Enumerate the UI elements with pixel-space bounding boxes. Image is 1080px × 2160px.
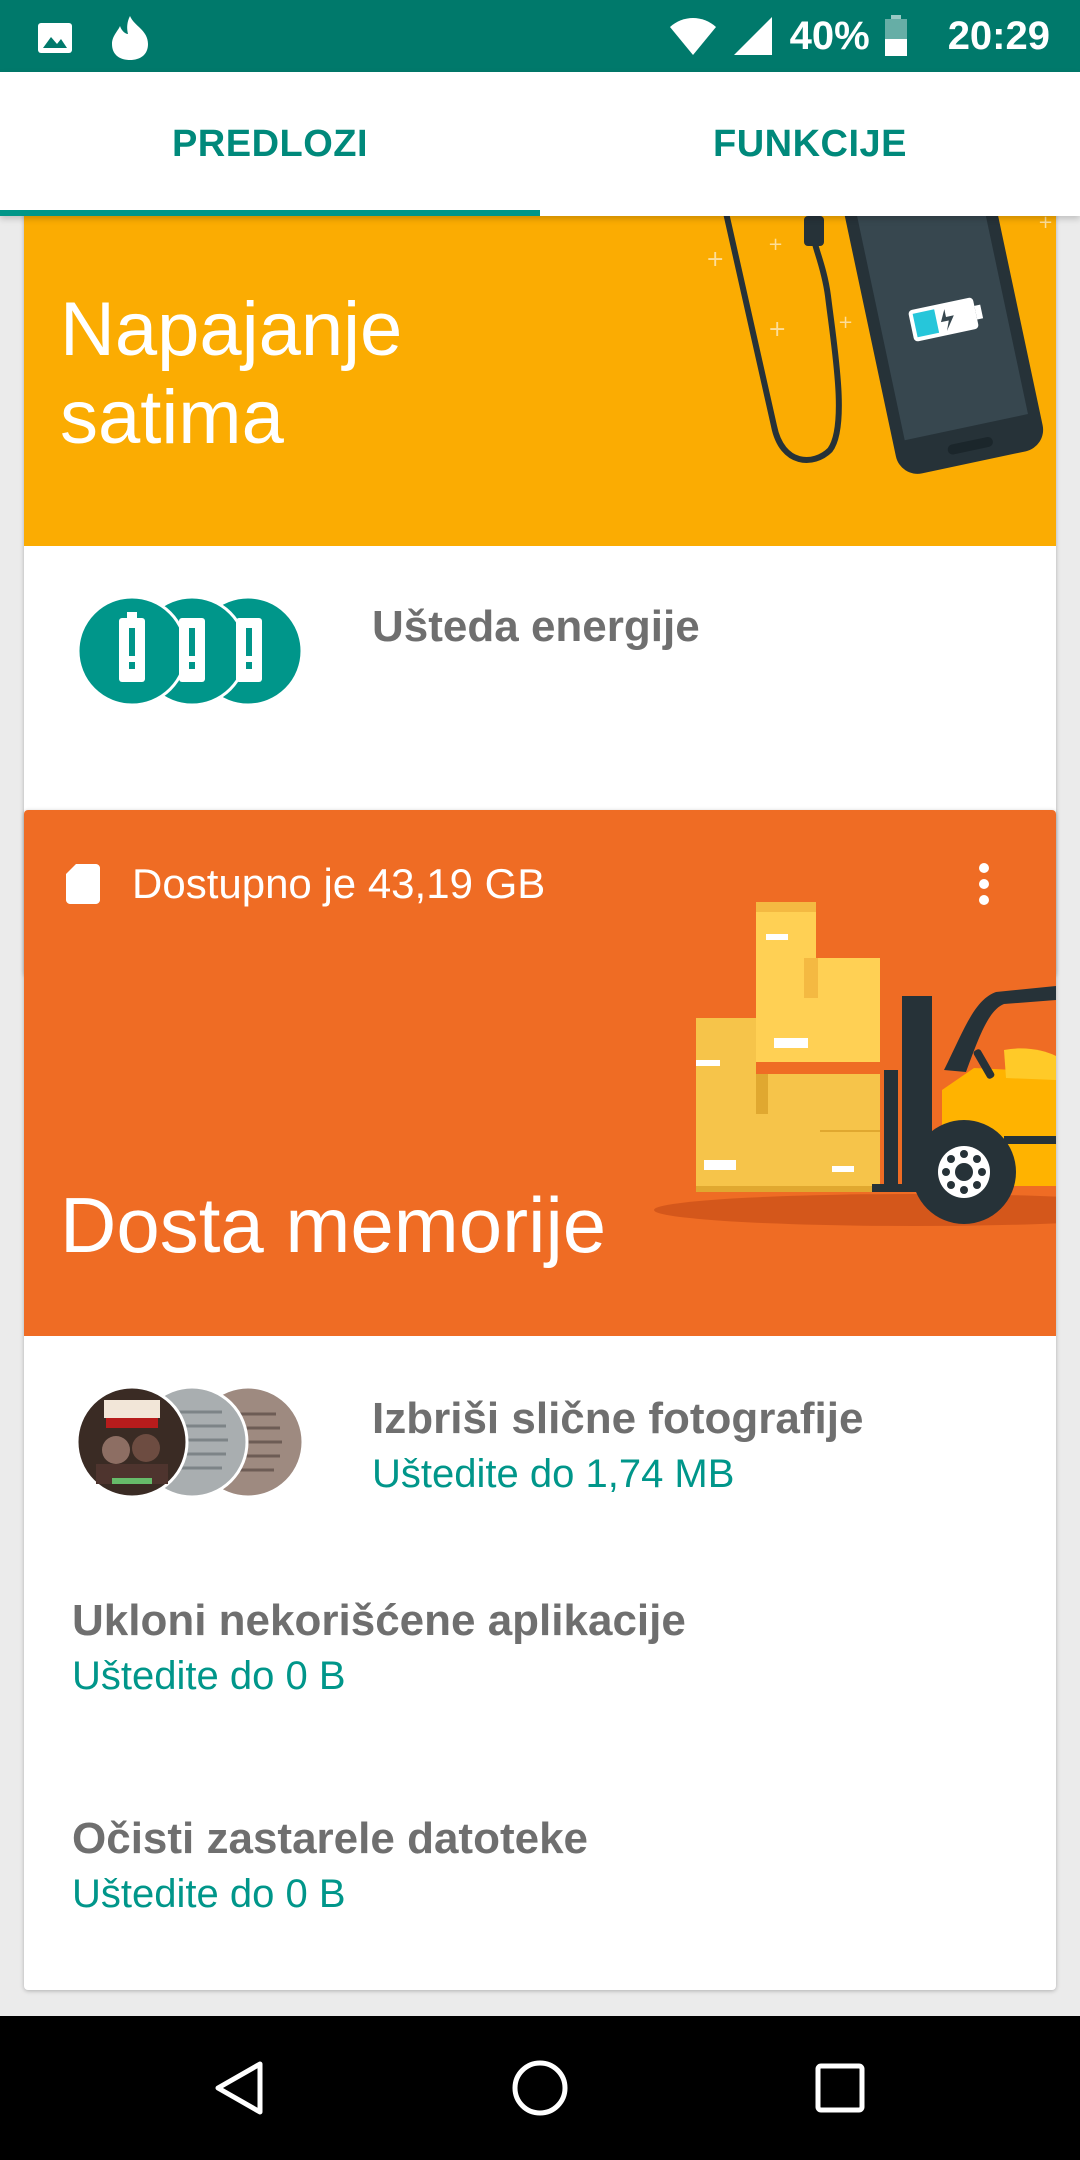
phone-charging-illustration: + + + + + [706, 216, 1053, 474]
battery-title-line2: satima [60, 375, 284, 460]
image-notification-icon [38, 23, 72, 53]
fire-notification-icon [112, 16, 148, 60]
similar-photos-thumbnails [76, 1386, 305, 1498]
storage-available-text: Dostupno je 43,19 GB [132, 860, 546, 907]
clear-old-files-row[interactable]: Očisti zastarele datoteke Uštedite do 0 … [24, 1762, 1056, 1990]
tab-selected-indicator [0, 210, 540, 216]
back-button[interactable] [210, 2058, 270, 2118]
clear-old-files-title: Očisti zastarele datoteke [72, 1814, 589, 1863]
delete-similar-photos-row[interactable]: Izbriši slične fotografije Uštedite do 1… [24, 1336, 1056, 1544]
battery-hero-title: Napajanje satima [60, 286, 620, 462]
suggestions-feed[interactable]: Napajanje satima + + + + + Ušteda energi… [0, 216, 1080, 2016]
storage-hero-title: Dosta memorije [60, 1181, 607, 1269]
battery-saver-title: Ušteda energije [372, 602, 700, 651]
status-bar: 40% 20:29 [0, 0, 1080, 72]
tab-bar: PREDLOZI FUNKCIJE [0, 72, 1080, 216]
wifi-icon [669, 18, 716, 55]
battery-saver-row[interactable]: Ušteda energije [24, 546, 1056, 756]
storage-hero-banner: Dostupno je 43,19 GB Dosta memorije [24, 810, 1056, 1336]
delete-similar-photos-title: Izbriši slične fotografije [372, 1394, 864, 1443]
svg-text:+: + [768, 317, 786, 342]
battery-title-line1: Napajanje [60, 287, 403, 372]
remove-unused-apps-title: Ukloni nekorišćene aplikacije [72, 1596, 686, 1645]
svg-text:+: + [1038, 216, 1053, 233]
cell-signal-icon [733, 17, 772, 55]
recents-button[interactable] [814, 2062, 866, 2114]
svg-text:+: + [838, 312, 853, 333]
svg-text:+: + [706, 247, 724, 272]
battery-alert-circles-icon [76, 596, 304, 706]
storage-card: Dostupno je 43,19 GB Dosta memorije Izbr… [24, 810, 1056, 1990]
battery-hero-banner: Napajanje satima + + + + + [24, 216, 1056, 546]
tab-predlozi[interactable]: PREDLOZI [0, 72, 540, 216]
remove-unused-apps-row[interactable]: Ukloni nekorišćene aplikacije Uštedite d… [24, 1544, 1056, 1762]
home-button[interactable] [510, 2058, 570, 2118]
battery-icon [884, 15, 907, 56]
battery-percent: 40% [789, 13, 870, 58]
remove-unused-apps-savings: Uštedite do 0 B [72, 1654, 346, 1698]
forklift-boxes-illustration [654, 902, 1056, 1226]
storage-available-chip: Dostupno je 43,19 GB [66, 860, 545, 908]
sd-card-icon [66, 864, 100, 904]
delete-similar-photos-savings: Uštedite do 1,74 MB [372, 1452, 735, 1496]
navigation-bar [0, 2016, 1080, 2160]
clock: 20:29 [947, 13, 1050, 58]
svg-text:+: + [768, 234, 783, 255]
clear-old-files-savings: Uštedite do 0 B [72, 1872, 346, 1916]
tab-funkcije[interactable]: FUNKCIJE [540, 72, 1080, 216]
